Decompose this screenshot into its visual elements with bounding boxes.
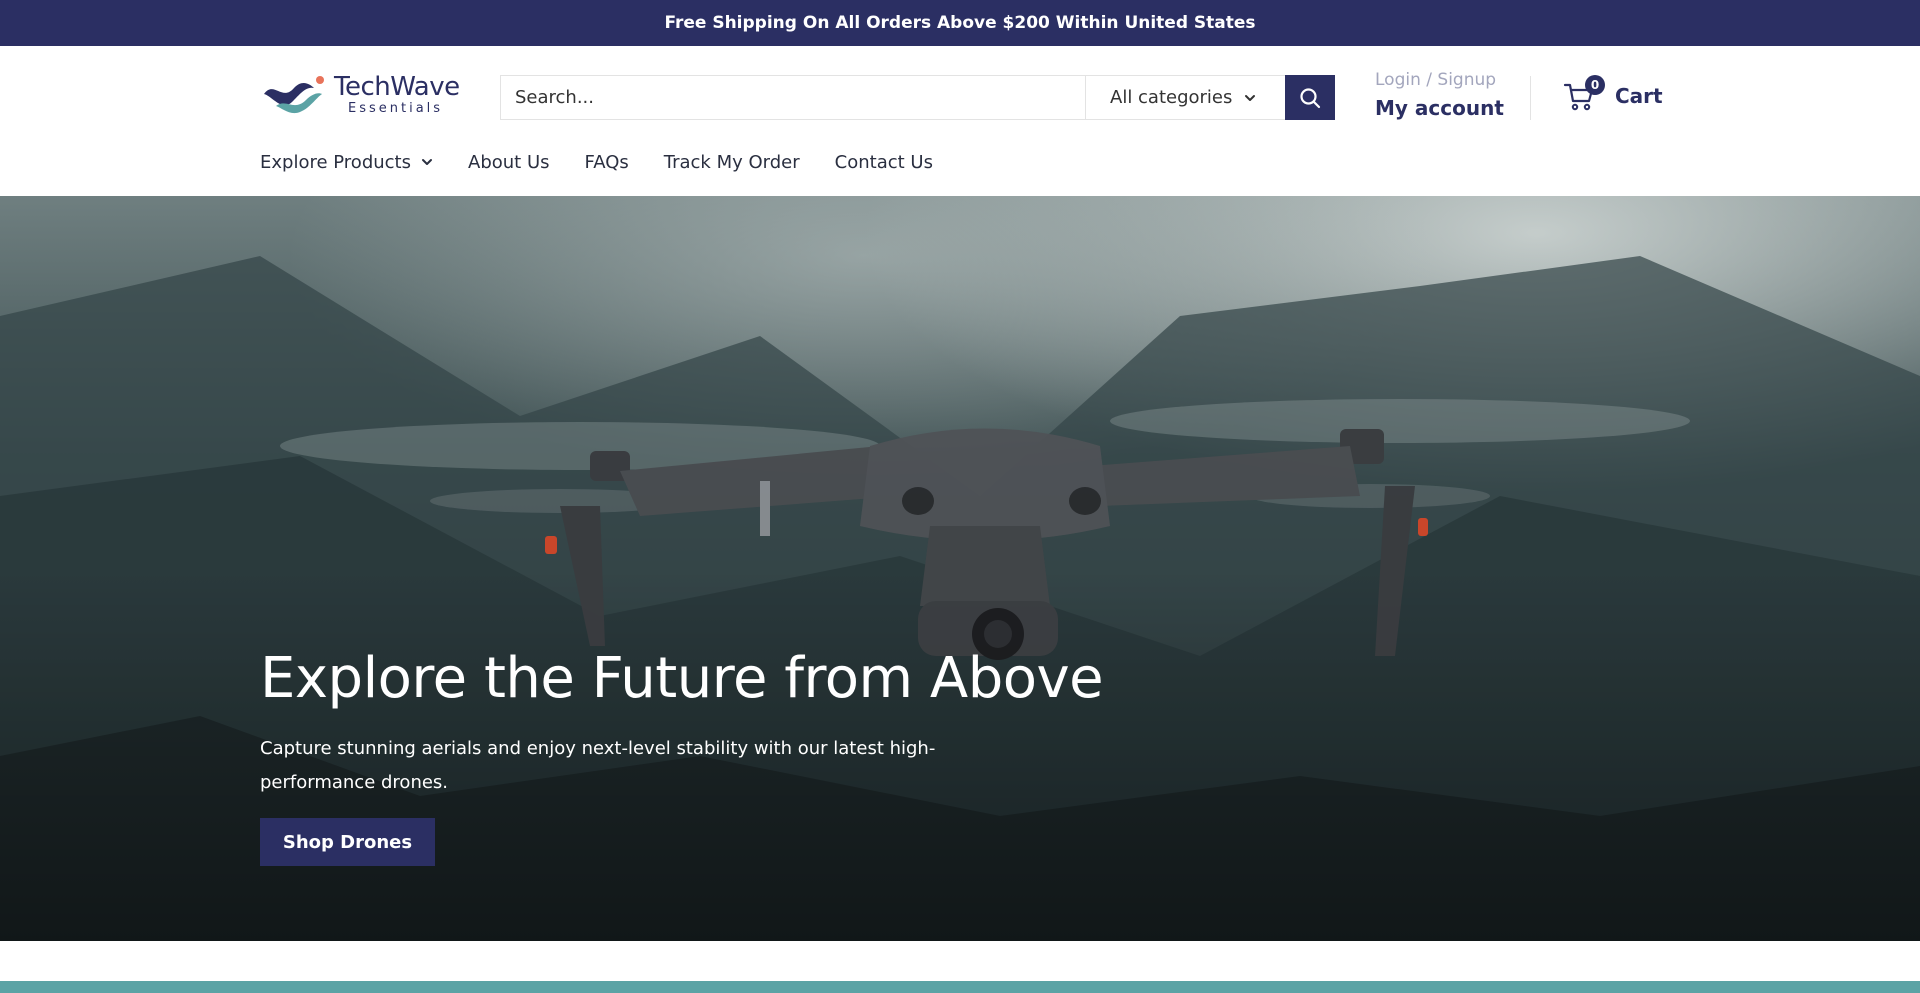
header-divider <box>1530 76 1531 120</box>
hero-title: Explore the Future from Above <box>260 646 1104 711</box>
logo-tagline: Essentials <box>348 100 444 116</box>
nav-item-label: About Us <box>468 151 550 173</box>
category-select[interactable]: All categories <box>1085 76 1285 119</box>
my-account-link[interactable]: My account <box>1375 96 1515 120</box>
techwave-logo-icon <box>264 76 324 114</box>
cart-icon-wrap: 0 <box>1563 75 1605 112</box>
announcement-bar: Free Shipping On All Orders Above $200 W… <box>0 0 1920 46</box>
cart-label: Cart <box>1615 84 1663 108</box>
logo-name: TechWave <box>334 71 460 102</box>
cart-button[interactable]: 0 Cart <box>1563 75 1663 112</box>
search-bar: All categories <box>500 75 1335 120</box>
chevron-down-icon <box>422 159 432 165</box>
nav-item-track-my-order[interactable]: Track My Order <box>664 152 800 173</box>
nav-item-contact-us[interactable]: Contact Us <box>835 152 933 173</box>
announcement-text: Free Shipping On All Orders Above $200 W… <box>664 13 1256 33</box>
shop-drones-button[interactable]: Shop Drones <box>260 818 435 866</box>
search-button[interactable] <box>1285 75 1335 120</box>
nav-item-about-us[interactable]: About Us <box>468 152 550 173</box>
cart-count-badge: 0 <box>1585 75 1605 95</box>
logo-text: TechWave Essentials <box>334 74 460 115</box>
search-icon <box>1300 87 1321 108</box>
chevron-down-icon <box>1245 94 1256 101</box>
login-signup-link[interactable]: Login / Signup <box>1375 70 1515 90</box>
nav-item-explore-products[interactable]: Explore Products <box>260 152 433 173</box>
nav-item-label: Explore Products <box>260 151 411 173</box>
nav-item-label: FAQs <box>584 151 629 173</box>
nav-item-label: Contact Us <box>834 151 933 173</box>
account-block[interactable]: Login / Signup My account <box>1375 70 1515 120</box>
main-nav: Explore Products About Us FAQs Track My … <box>260 146 968 178</box>
nav-item-faqs[interactable]: FAQs <box>585 152 629 173</box>
category-select-label: All categories <box>1110 87 1233 108</box>
hero-subtitle: Capture stunning aerials and enjoy next-… <box>260 738 936 793</box>
search-input[interactable] <box>501 76 1085 119</box>
hero-banner: Explore the Future from Above Capture st… <box>0 196 1920 941</box>
site-header: TechWave Essentials All categories Login… <box>0 46 1920 196</box>
teal-section-strip <box>0 981 1920 993</box>
logo[interactable]: TechWave Essentials <box>262 70 462 118</box>
nav-item-label: Track My Order <box>663 151 800 173</box>
